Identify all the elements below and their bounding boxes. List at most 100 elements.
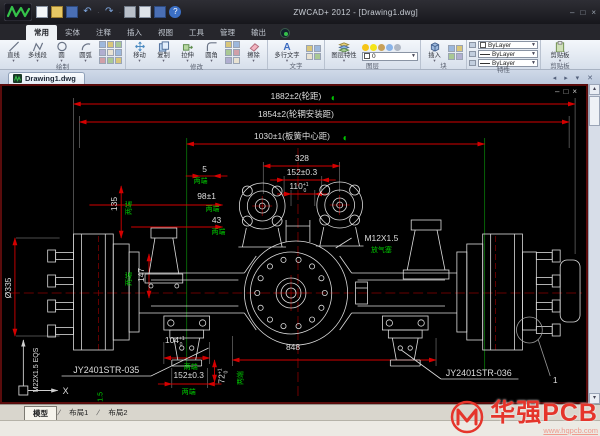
maximize-button[interactable]: □ xyxy=(580,8,585,17)
dim-label: M12X1.5 xyxy=(365,233,399,243)
layer-plot-icon[interactable] xyxy=(394,43,401,51)
property-icon xyxy=(469,51,476,57)
color-swatch xyxy=(480,42,486,48)
plot-icon[interactable] xyxy=(124,6,137,18)
layer-properties-button[interactable]: 图层特性 ▾ xyxy=(327,41,361,63)
dim-label: M22X1.5 EQS xyxy=(33,347,40,392)
watermark-url: www.hqpcb.com xyxy=(543,425,598,435)
close-button[interactable]: × xyxy=(591,8,596,17)
bolt-hole xyxy=(280,256,287,263)
chevron-down-icon: ▼ xyxy=(531,42,536,48)
arc-button[interactable]: 圆弧 ▾ xyxy=(74,41,97,64)
layout-tab-布局1[interactable]: 布局1 xyxy=(61,406,96,419)
line-button[interactable]: 直线 ▾ xyxy=(2,41,25,64)
mtext-icon: A xyxy=(283,42,291,52)
tab-bar-controls[interactable]: ◂ ▸ ▾ ✕ xyxy=(553,74,596,84)
layout-tab-模型[interactable]: 模型 xyxy=(24,405,57,420)
block-icon xyxy=(430,42,439,52)
undo-icon[interactable]: ↶ xyxy=(81,6,94,18)
dim-label: 两端 xyxy=(235,371,244,385)
dim-label: 110+1 0 xyxy=(289,181,308,194)
ribbon-tab-row: 常用 实体 注释 插入 视图 工具 管理 输出 xyxy=(0,24,600,40)
layout-tab-布局2[interactable]: 布局2 xyxy=(100,406,135,419)
stretch-button[interactable]: 拉伸 ▾ xyxy=(176,41,199,64)
dim-label: 两端 xyxy=(212,227,226,236)
help-icon[interactable]: ? xyxy=(169,6,182,18)
layer-state-icons[interactable] xyxy=(362,43,418,51)
dwg-file-icon xyxy=(13,74,22,83)
erase-button[interactable]: 擦除 ▾ xyxy=(242,41,265,64)
mtext-button[interactable]: A 多行文字 ▾ xyxy=(270,41,304,63)
scroll-up-icon[interactable]: ▴ xyxy=(589,84,600,95)
chevron-down-icon: ▼ xyxy=(531,60,536,66)
dim-label: 两端 xyxy=(206,204,220,213)
preview-icon[interactable] xyxy=(139,6,152,18)
color-dropdown[interactable]: ByLayer ▼ xyxy=(478,41,538,49)
window-title: ZWCAD+ 2012 - [Drawing1.dwg] xyxy=(293,7,419,17)
zwcad-menu-icon[interactable] xyxy=(280,28,290,38)
ribbon-tab-视图[interactable]: 视图 xyxy=(150,25,181,40)
modify-extra-tools[interactable] xyxy=(225,41,240,64)
insert-block-button[interactable]: 插入 ▾ xyxy=(423,41,446,63)
layer-on-icon[interactable] xyxy=(362,43,369,51)
redo-icon[interactable]: ↷ xyxy=(103,6,116,18)
drawing-viewport[interactable]: –□× 1882±2(轮距) ◐ 1854±2(轮辋安装距) 1030±1(板簧… xyxy=(0,84,588,404)
panel-caption-block: 块 xyxy=(440,63,447,70)
move-button[interactable]: 移动 ▾ xyxy=(128,41,151,64)
layer-thaw-icon[interactable] xyxy=(370,43,377,51)
ribbon-tab-输出[interactable]: 输出 xyxy=(243,25,274,40)
dimension-labels: 1882±2(轮距) ◐ 1854±2(轮辋安装距) 1030±1(板簧中心距) ◐ 32… xyxy=(3,91,558,402)
dim-label: 152±0.3 xyxy=(287,167,318,177)
document-tab-label: Drawing1.dwg xyxy=(25,74,76,83)
canvas-row: –□× 1882±2(轮距) ◐ 1854±2(轮辋安装距) 1030±1(板簧… xyxy=(0,84,600,404)
ribbon-tab-注释[interactable]: 注释 xyxy=(88,25,119,40)
layer-color-icon[interactable] xyxy=(386,43,393,51)
ribbon-tab-插入[interactable]: 插入 xyxy=(119,25,150,40)
document-tab[interactable]: Drawing1.dwg xyxy=(8,72,85,84)
vertical-scrollbar[interactable]: ▴ ▾ xyxy=(588,84,600,404)
mdi-window-controls: –□× xyxy=(555,87,581,96)
arc-icon xyxy=(81,43,90,51)
dim-label: 1854±2(轮辋安装距) xyxy=(258,109,334,119)
zwcad-logo-icon xyxy=(4,3,32,21)
layers-icon xyxy=(338,42,350,52)
watermark-brand: 华强PCB xyxy=(490,398,598,427)
panel-modify: 移动 ▾ 复制 ▾ 拉伸 ▾ 圆角 ▾ 擦除 ▾ 修改 xyxy=(126,40,268,71)
dim-label: ◐ xyxy=(331,93,337,104)
dim-label: 放气塞 xyxy=(371,245,392,254)
dim-label: ◐ xyxy=(343,133,349,144)
ribbon-tab-常用[interactable]: 常用 xyxy=(26,25,57,40)
clipboard-button[interactable]: 剪贴板 ▾ xyxy=(543,41,577,63)
cad-drawing[interactable]: 1882±2(轮距) ◐ 1854±2(轮辋安装距) 1030±1(板簧中心距) ◐ 32… xyxy=(2,86,586,402)
circle-icon xyxy=(56,41,67,52)
circle-button[interactable]: 圆 ▾ xyxy=(50,41,73,64)
property-row: ByLayer ▼ xyxy=(469,50,538,58)
dim-label: 两端 xyxy=(182,387,196,396)
draw-extra-tools[interactable] xyxy=(99,41,122,64)
linetype-dropdown[interactable]: ByLayer ▼ xyxy=(478,50,538,58)
fillet-icon xyxy=(206,42,217,52)
open-file-icon[interactable] xyxy=(51,6,63,18)
layer-dropdown[interactable]: 0 ▼ xyxy=(362,51,418,61)
publish-icon[interactable] xyxy=(154,6,167,18)
mdi-close-button[interactable]: × xyxy=(572,87,581,96)
save-icon[interactable] xyxy=(66,6,78,18)
scrollbar-thumb[interactable] xyxy=(589,96,600,126)
mdi-restore-button[interactable]: □ xyxy=(563,87,572,96)
fillet-button[interactable]: 圆角 ▾ xyxy=(200,41,223,64)
ribbon-tab-管理[interactable]: 管理 xyxy=(212,25,243,40)
block-extra-tools[interactable] xyxy=(448,41,463,63)
ribbon-tab-实体[interactable]: 实体 xyxy=(57,25,88,40)
ribbon-tab-工具[interactable]: 工具 xyxy=(181,25,212,40)
current-layer: 0 xyxy=(372,52,376,60)
lineweight-dropdown[interactable]: ByLayer ▼ xyxy=(478,59,538,67)
layer-lock-icon[interactable] xyxy=(378,43,385,51)
text-extra-tools[interactable] xyxy=(306,41,321,63)
dim-label: 5 xyxy=(202,164,207,174)
copy-button[interactable]: 复制 ▾ xyxy=(152,41,175,64)
minimize-button[interactable]: – xyxy=(570,8,574,17)
polyline-button[interactable]: 多线段 ▾ xyxy=(26,41,49,64)
new-file-icon[interactable] xyxy=(36,6,48,18)
scrollbar-track[interactable] xyxy=(589,126,600,393)
panel-caption-properties: 特性 xyxy=(497,67,510,74)
